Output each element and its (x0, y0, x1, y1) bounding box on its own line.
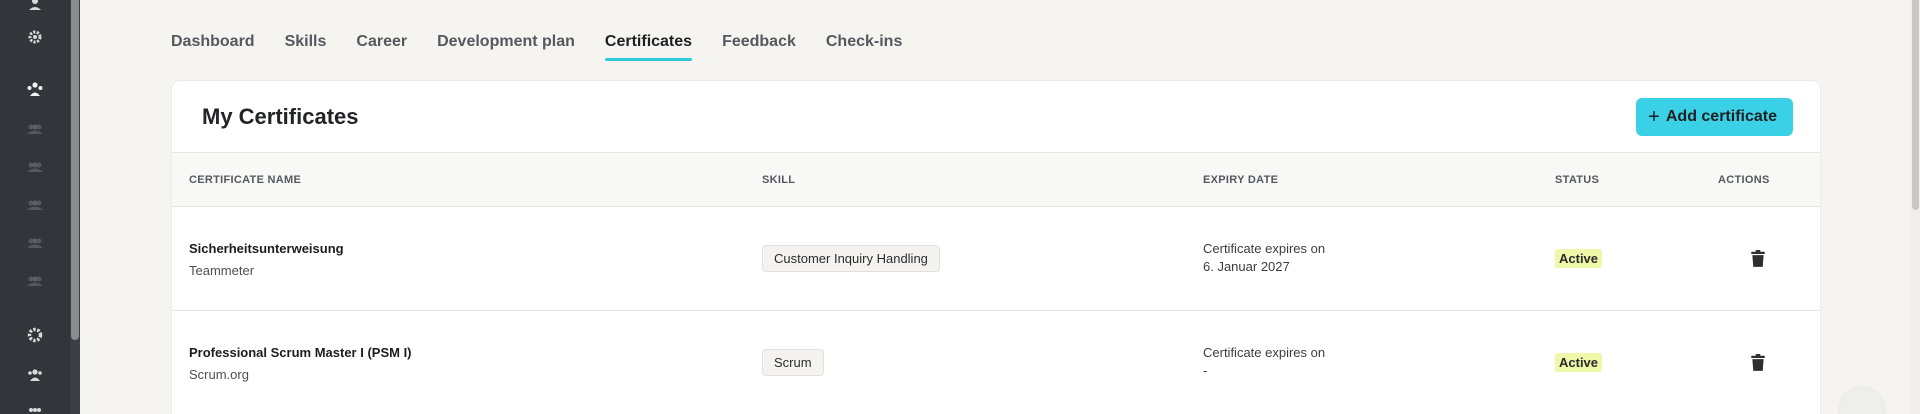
page-scrollbar[interactable] (1910, 0, 1920, 414)
column-header-actions: ACTIONS (1718, 174, 1770, 186)
chat-widget-button[interactable] (1840, 388, 1884, 414)
people-icon[interactable] (22, 402, 48, 414)
card-header: My Certificates + Add certificate (172, 81, 1820, 153)
tab-feedback[interactable]: Feedback (722, 33, 796, 61)
group-icon[interactable] (22, 232, 48, 254)
column-header-status[interactable]: STATUS (1555, 174, 1599, 186)
page-title: My Certificates (202, 103, 359, 129)
table-header: CERTIFICATE NAME SKILL EXPIRY DATE STATU… (172, 153, 1820, 207)
skill-cell: Scrum (762, 349, 824, 376)
skill-tag: Customer Inquiry Handling (762, 245, 940, 272)
certificate-name[interactable]: Sicherheitsunterweisung (189, 241, 344, 256)
gear-icon[interactable] (22, 26, 48, 48)
tab-check-ins[interactable]: Check-ins (826, 33, 902, 61)
certificate-issuer: Teammeter (189, 263, 255, 278)
trash-icon (1751, 354, 1765, 371)
tab-dashboard[interactable]: Dashboard (171, 33, 255, 61)
column-header-certificate-name[interactable]: CERTIFICATE NAME (189, 174, 301, 186)
table-row[interactable]: Professional Scrum Master I (PSM I) Scru… (172, 311, 1820, 414)
team-icon[interactable] (22, 78, 48, 100)
tab-career[interactable]: Career (356, 33, 407, 61)
status-badge: Active (1555, 249, 1603, 268)
plus-icon: + (1648, 105, 1660, 128)
delete-button[interactable] (1749, 250, 1767, 273)
tab-skills[interactable]: Skills (285, 33, 327, 61)
tab-certificates[interactable]: Certificates (604, 33, 693, 61)
expiry-value: 6. Januar 2027 (1203, 259, 1290, 274)
certificate-name[interactable]: Professional Scrum Master I (PSM I) (189, 345, 412, 360)
people-icon[interactable] (22, 364, 48, 386)
group-icon[interactable] (22, 194, 48, 216)
certificate-cell: Professional Scrum Master I (PSM I) Scru… (189, 345, 412, 382)
gear-icon[interactable] (22, 324, 48, 346)
skill-cell: Customer Inquiry Handling (762, 245, 940, 272)
add-certificate-button[interactable]: + Add certificate (1636, 97, 1793, 136)
tab-development-plan[interactable]: Development plan (437, 33, 575, 61)
status-badge: Active (1555, 353, 1603, 372)
expiry-label: Certificate expires on (1203, 241, 1326, 256)
expiry-cell: Certificate expires on - (1203, 344, 1325, 380)
column-header-expiry-date[interactable]: EXPIRY DATE (1203, 174, 1278, 186)
trash-icon (1751, 250, 1765, 267)
expiry-cell: Certificate expires on 6. Januar 2027 (1203, 240, 1325, 276)
add-certificate-label: Add certificate (1665, 107, 1777, 125)
user-icon[interactable] (22, 0, 48, 16)
group-icon[interactable] (22, 118, 48, 140)
certificate-issuer: Scrum.org (189, 367, 249, 382)
tab-bar: Dashboard Skills Career Development plan… (171, 33, 902, 61)
column-header-skill[interactable]: SKILL (762, 174, 795, 186)
sidebar (0, 0, 70, 414)
expiry-value: - (1203, 363, 1208, 378)
sidebar-scrollbar[interactable] (70, 0, 80, 414)
certificate-cell: Sicherheitsunterweisung Teammeter (189, 241, 344, 278)
sidebar-scrollbar-thumb[interactable] (71, 0, 79, 340)
delete-button[interactable] (1749, 354, 1767, 377)
table-row[interactable]: Sicherheitsunterweisung Teammeter Custom… (172, 207, 1820, 311)
status-cell: Active (1555, 353, 1603, 372)
status-cell: Active (1555, 249, 1603, 268)
certificates-card: My Certificates + Add certificate CERTIF… (172, 81, 1820, 414)
group-icon[interactable] (22, 156, 48, 178)
page-scrollbar-thumb[interactable] (1912, 0, 1919, 210)
expiry-label: Certificate expires on (1203, 345, 1326, 360)
skill-tag: Scrum (762, 349, 824, 376)
group-icon[interactable] (22, 270, 48, 292)
